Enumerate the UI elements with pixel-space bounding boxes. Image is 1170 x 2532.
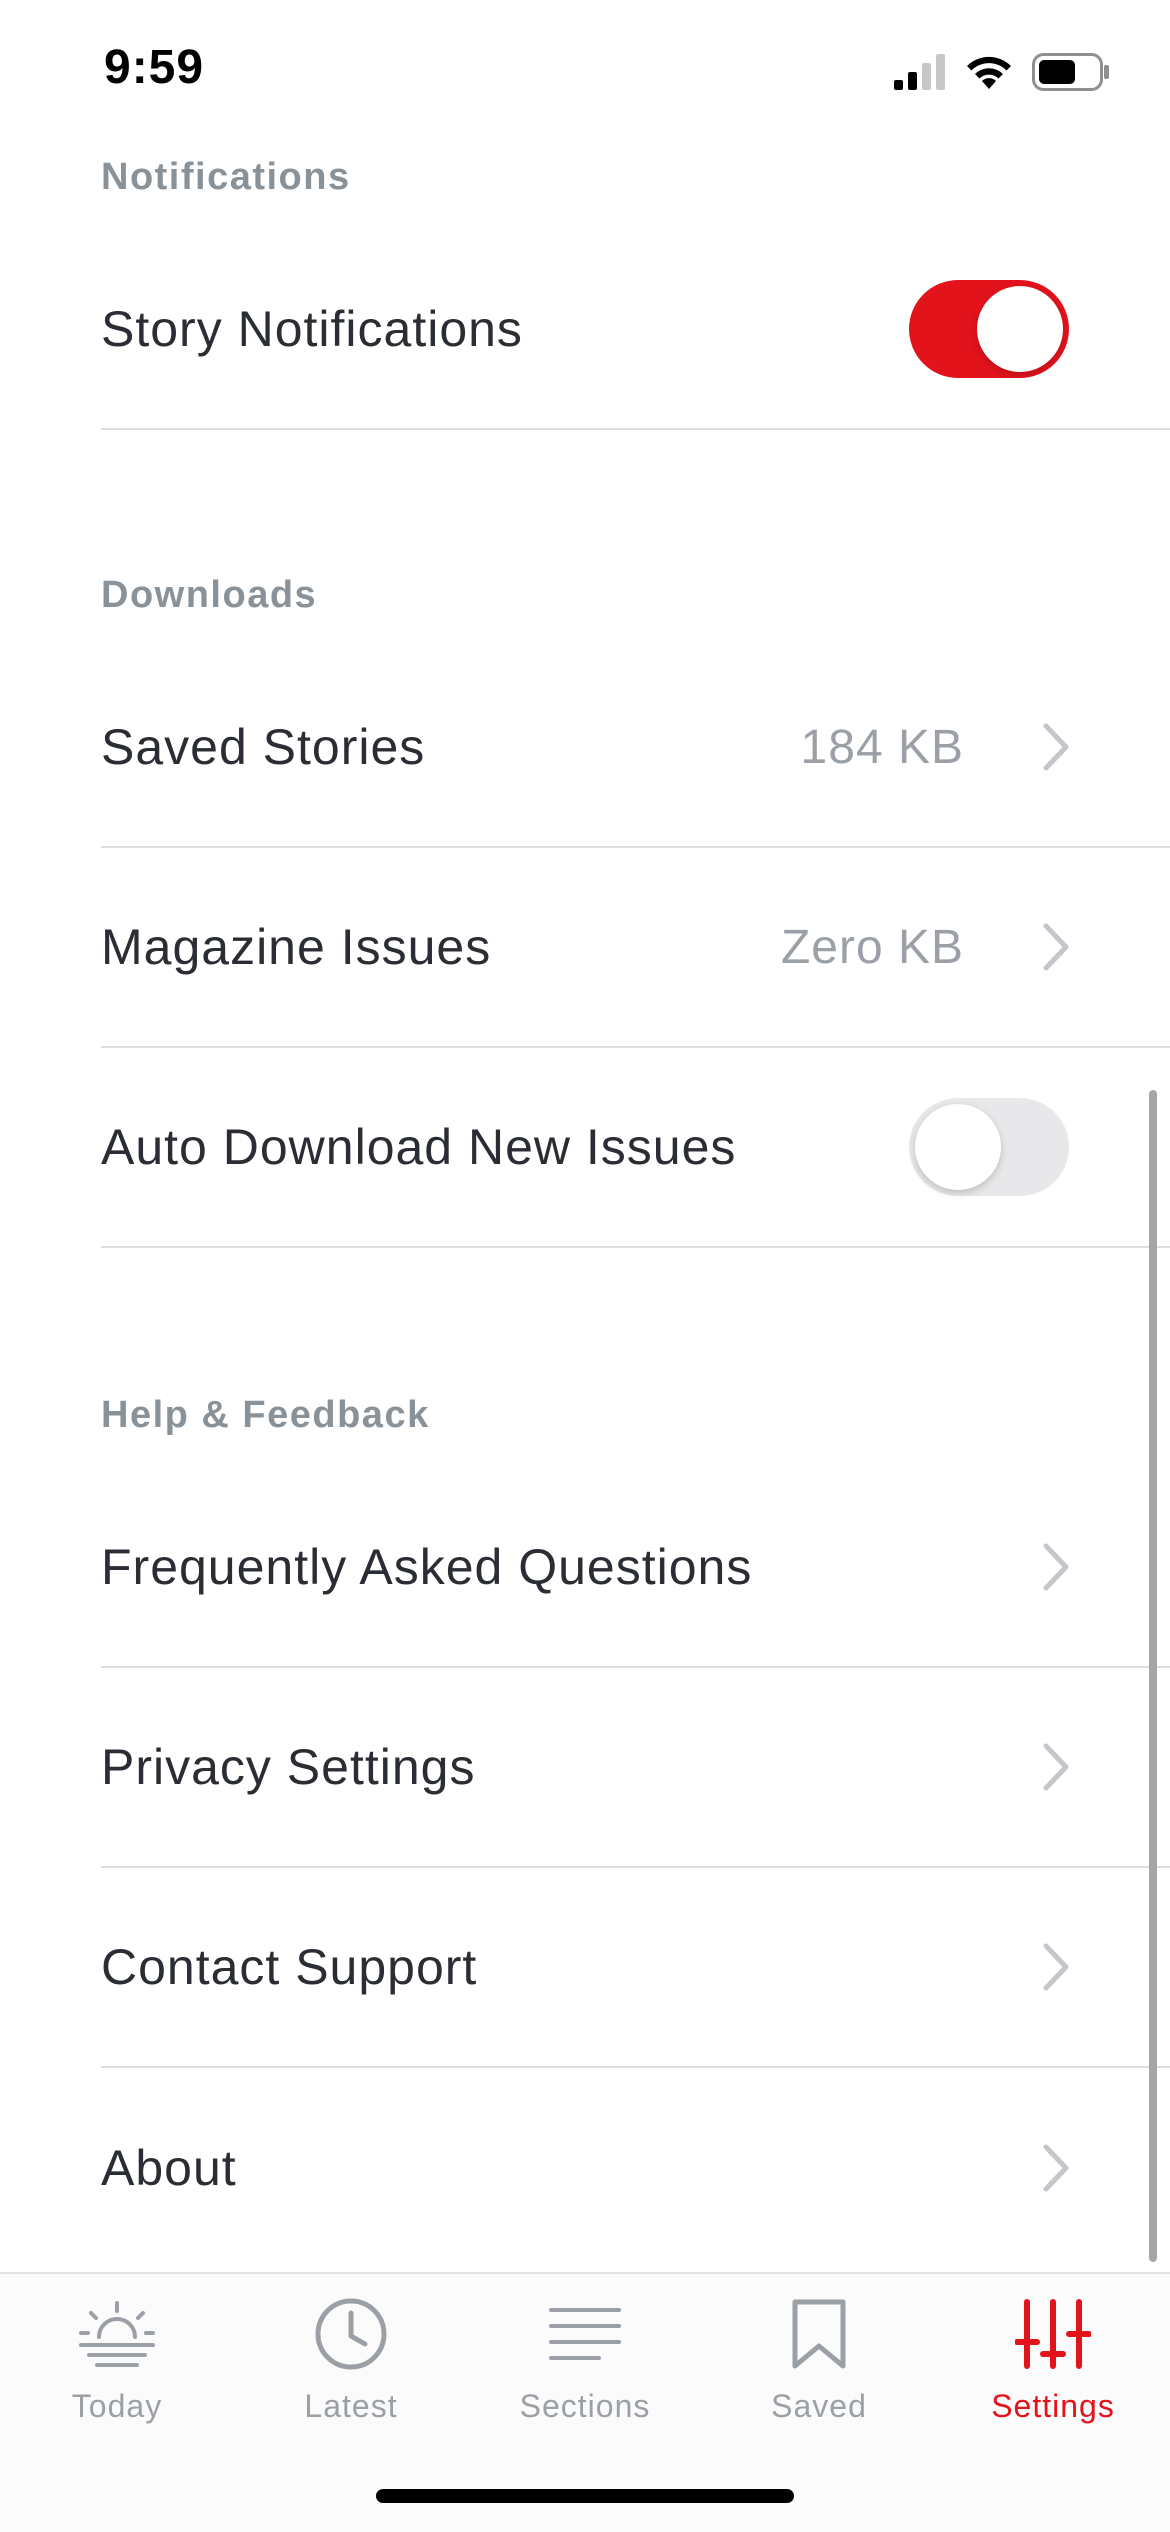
row-about[interactable]: About	[101, 2068, 1170, 2268]
story-notifications-label: Story Notifications	[101, 301, 523, 357]
status-icons	[894, 52, 1110, 96]
chevron-right-icon	[1036, 2068, 1076, 2268]
clock-icon	[306, 2294, 396, 2374]
saved-stories-label: Saved Stories	[101, 719, 426, 775]
tab-settings[interactable]: Settings	[936, 2294, 1170, 2444]
magazine-issues-label: Magazine Issues	[101, 919, 492, 975]
battery-icon	[1032, 52, 1110, 96]
row-faq[interactable]: Frequently Asked Questions	[101, 1468, 1170, 1668]
magazine-issues-size: Zero KB	[780, 920, 964, 974]
saved-stories-size: 184 KB	[800, 720, 964, 774]
bookmark-icon	[774, 2294, 864, 2374]
lines-icon	[540, 2294, 630, 2374]
story-notifications-toggle[interactable]	[909, 280, 1069, 378]
home-indicator[interactable]	[376, 2489, 794, 2503]
tab-settings-label: Settings	[991, 2388, 1115, 2424]
row-auto-download: Auto Download New Issues	[101, 1048, 1170, 1248]
row-magazine-issues[interactable]: Magazine Issues Zero KB	[101, 848, 1170, 1048]
wifi-icon	[964, 53, 1014, 96]
tab-latest-label: Latest	[304, 2388, 398, 2424]
section-header-notifications: Notifications	[101, 156, 351, 198]
tab-saved[interactable]: Saved	[702, 2294, 936, 2444]
toggle-knob	[915, 1104, 1001, 1190]
chevron-right-icon	[1036, 648, 1076, 846]
row-story-notifications: Story Notifications	[101, 230, 1170, 430]
chevron-right-icon	[1036, 1668, 1076, 1866]
auto-download-label: Auto Download New Issues	[101, 1119, 737, 1175]
sliders-icon	[1008, 2294, 1098, 2374]
faq-label: Frequently Asked Questions	[101, 1539, 753, 1595]
contact-support-label: Contact Support	[101, 1939, 478, 1995]
row-saved-stories[interactable]: Saved Stories 184 KB	[101, 648, 1170, 848]
row-privacy-settings[interactable]: Privacy Settings	[101, 1668, 1170, 1868]
tab-today-label: Today	[71, 2388, 163, 2424]
status-time: 9:59	[104, 41, 205, 94]
status-bar: 9:59	[0, 0, 1170, 150]
section-header-downloads: Downloads	[101, 574, 318, 616]
cellular-signal-icon	[894, 53, 946, 95]
privacy-settings-label: Privacy Settings	[101, 1739, 476, 1795]
section-header-help: Help & Feedback	[101, 1394, 430, 1436]
toggle-knob	[977, 286, 1063, 372]
tab-bar: Today Latest Sections Saved Settings	[0, 2272, 1170, 2532]
sunrise-icon	[72, 2294, 162, 2374]
auto-download-toggle[interactable]	[909, 1098, 1069, 1196]
about-label: About	[101, 2140, 237, 2196]
tab-sections[interactable]: Sections	[468, 2294, 702, 2444]
tab-latest[interactable]: Latest	[234, 2294, 468, 2444]
tab-today[interactable]: Today	[0, 2294, 234, 2444]
tab-sections-label: Sections	[519, 2388, 651, 2424]
chevron-right-icon	[1036, 1868, 1076, 2066]
chevron-right-icon	[1036, 848, 1076, 1046]
scroll-indicator[interactable]	[1149, 1090, 1157, 2262]
tab-saved-label: Saved	[771, 2388, 867, 2424]
chevron-right-icon	[1036, 1468, 1076, 1666]
row-contact-support[interactable]: Contact Support	[101, 1868, 1170, 2068]
